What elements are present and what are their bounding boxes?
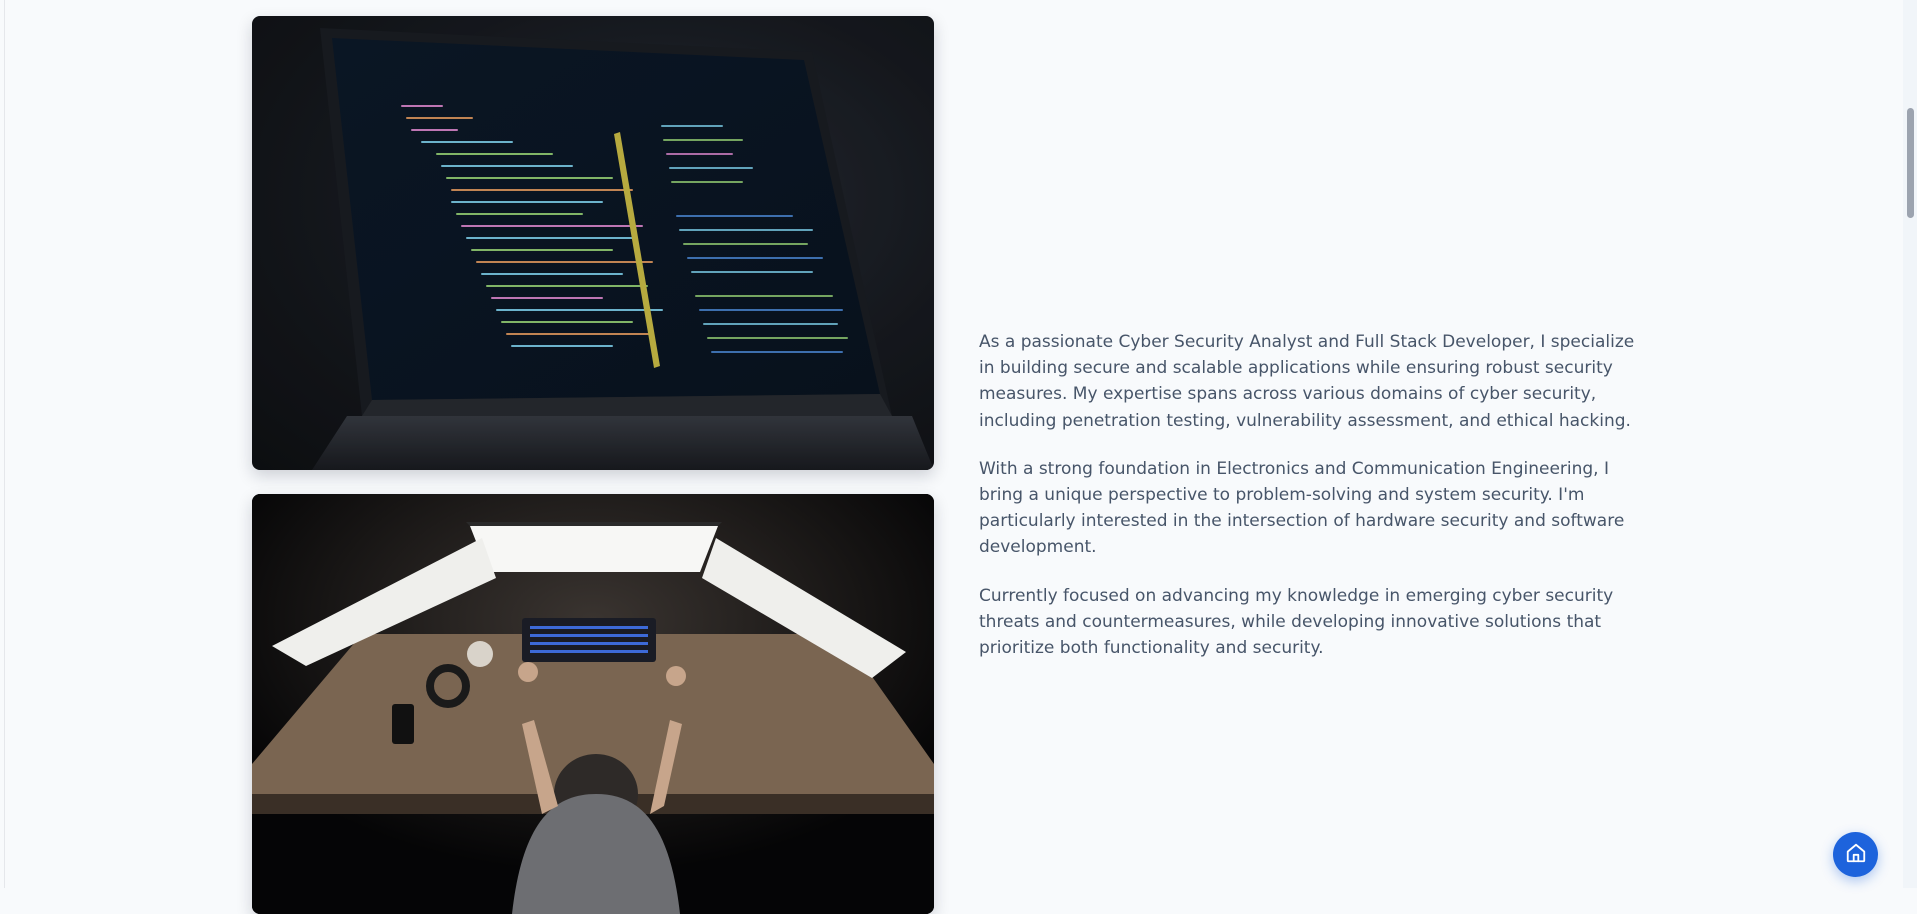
page-edge-divider <box>4 0 5 888</box>
home-button[interactable] <box>1833 832 1878 877</box>
desk-setup-photo <box>252 494 934 914</box>
page-scrollbar[interactable] <box>1903 0 1917 888</box>
about-text: As a passionate Cyber Security Analyst a… <box>979 329 1651 683</box>
about-paragraph-3: Currently focused on advancing my knowle… <box>979 585 1614 659</box>
laptop-code-photo <box>252 16 934 470</box>
about-paragraph-2: With a strong foundation in Electronics … <box>979 458 1625 558</box>
home-icon <box>1845 842 1867 868</box>
scrollbar-thumb[interactable] <box>1907 108 1914 218</box>
about-paragraph-1: As a passionate Cyber Security Analyst a… <box>979 332 1635 431</box>
about-images <box>252 16 934 914</box>
